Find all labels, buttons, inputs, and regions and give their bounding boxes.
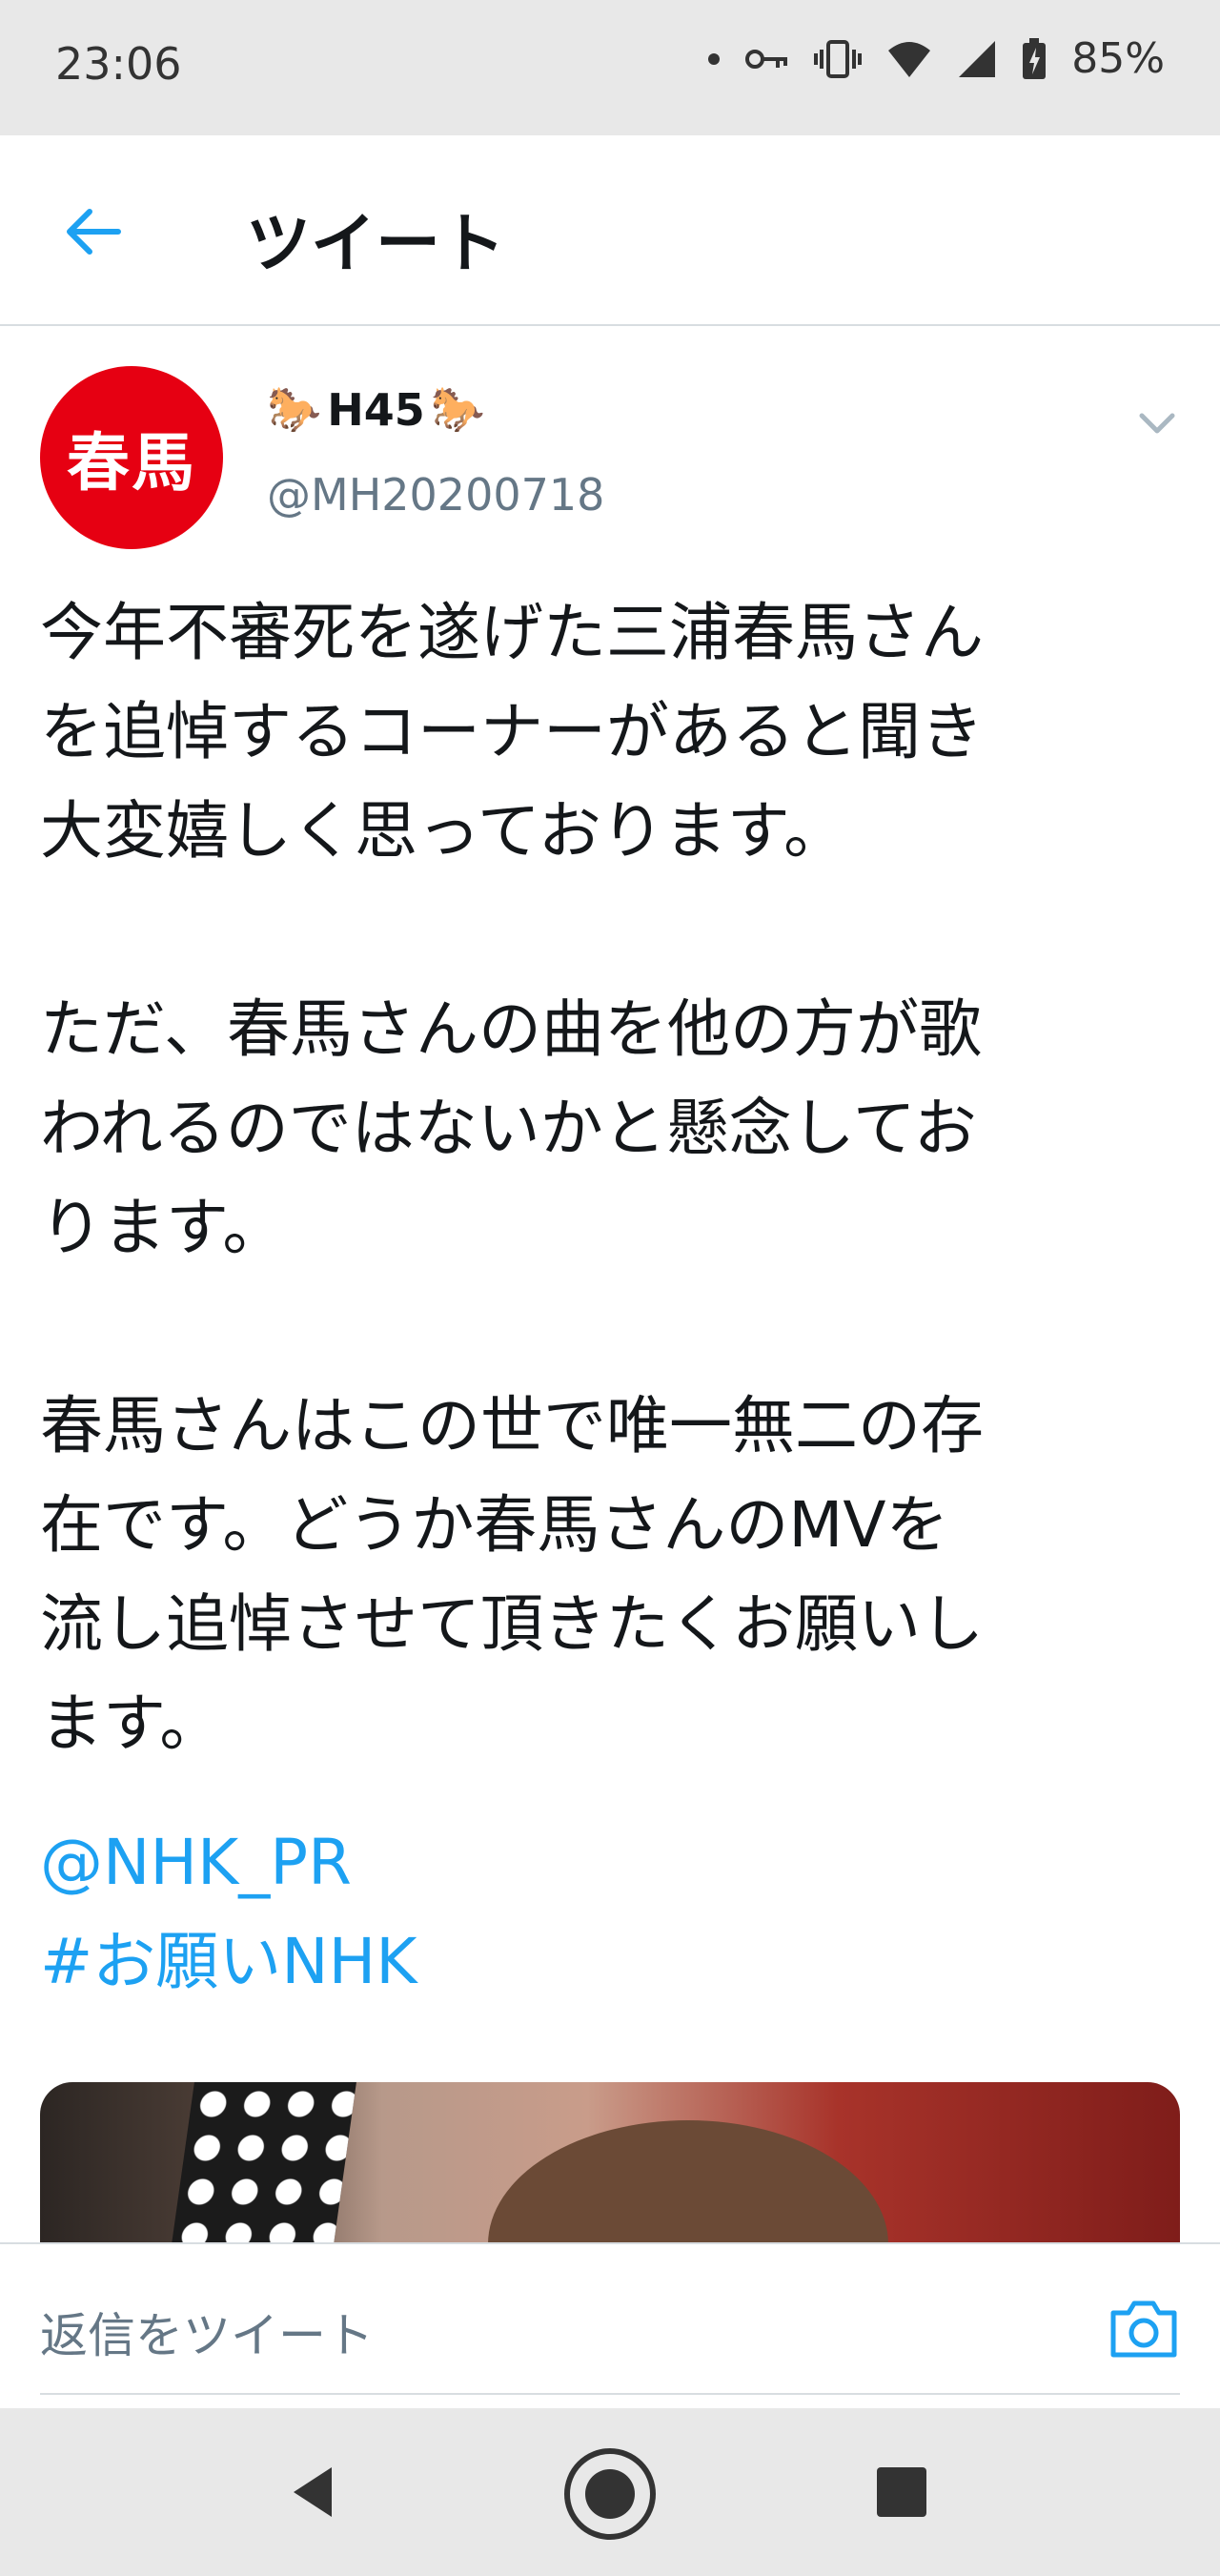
display-name-text: H45 — [327, 383, 425, 436]
tweet-text: 今年不審死を遂げた三浦春馬さん を追悼するコーナーがあると聞き 大変嬉しく思って… — [40, 596, 984, 1760]
chevron-down-icon[interactable] — [1134, 400, 1180, 446]
mention-link[interactable]: @NHK_PR — [40, 1813, 352, 1912]
horse-emoji-icon: 🐎 — [267, 383, 322, 435]
avatar-text: 春馬 — [67, 426, 196, 500]
reply-bar: 返信をツイート — [0, 2242, 1220, 2410]
app-bar: ツイート — [0, 135, 1220, 326]
hashtag-link[interactable]: #お願いNHK — [40, 1912, 417, 2012]
navigation-bar — [0, 2408, 1220, 2576]
user-handle[interactable]: @MH20200718 — [267, 469, 604, 521]
status-icons: 85% — [707, 34, 1165, 83]
media-detail — [172, 2082, 356, 2244]
page-title: ツイート — [246, 207, 506, 282]
vibrate-icon — [814, 39, 863, 78]
wifi-icon — [888, 41, 931, 77]
signal-icon — [959, 40, 996, 77]
back-arrow-icon[interactable] — [59, 198, 126, 265]
reply-input[interactable]: 返信をツイート — [40, 2298, 374, 2366]
avatar[interactable]: 春馬 — [40, 366, 223, 549]
status-bar: 23:06 85% — [0, 0, 1220, 135]
tweet-media-image[interactable] — [40, 2082, 1180, 2244]
camera-icon[interactable] — [1108, 2292, 1180, 2364]
nav-recents-icon[interactable] — [875, 2465, 928, 2519]
display-name[interactable]: 🐎 H45 🐎 — [267, 383, 485, 436]
key-icon — [745, 49, 788, 69]
dot-icon — [708, 52, 721, 65]
nav-back-icon[interactable] — [284, 2462, 345, 2523]
horse-emoji-icon: 🐎 — [430, 383, 486, 435]
battery-percent: 85% — [1071, 34, 1165, 83]
nav-home-icon[interactable] — [560, 2444, 660, 2544]
status-time: 23:06 — [55, 38, 182, 90]
reply-divider — [40, 2393, 1180, 2395]
media-detail — [488, 2120, 888, 2244]
battery-icon — [1023, 37, 1047, 79]
